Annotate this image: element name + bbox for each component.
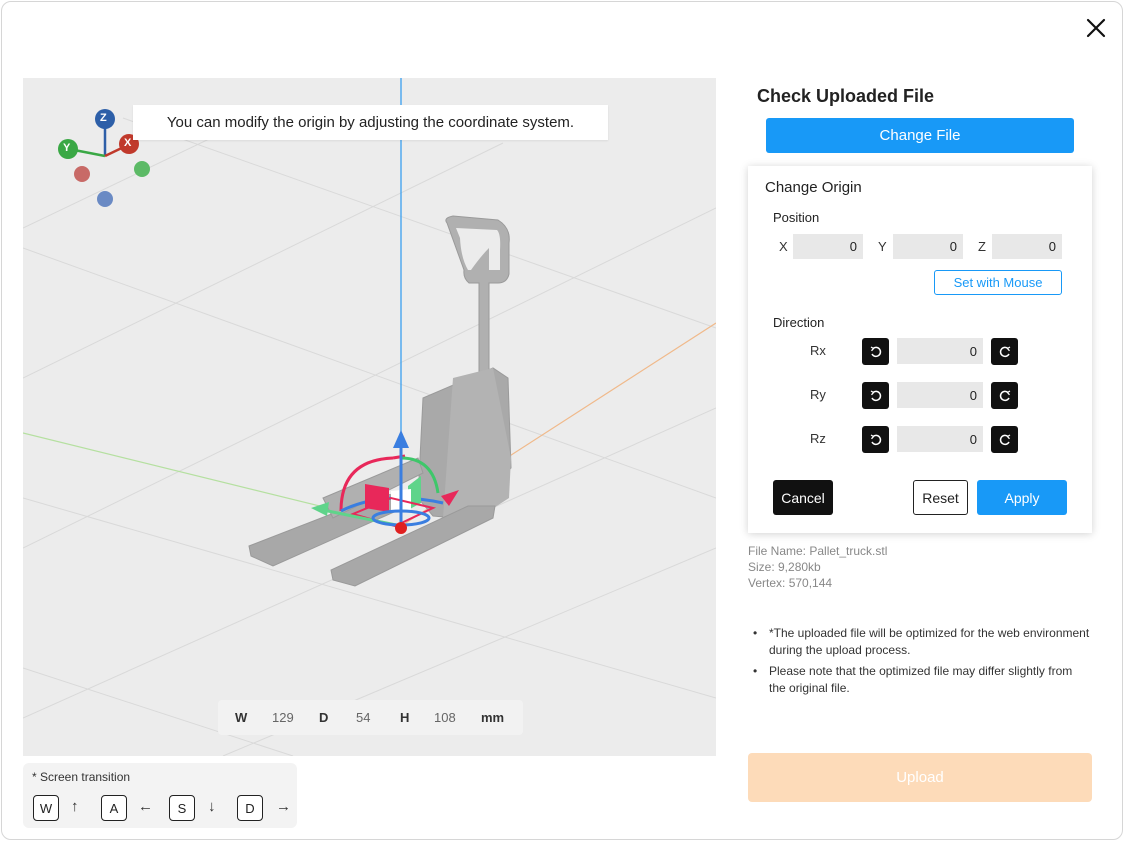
- panel-title: Check Uploaded File: [757, 86, 935, 106]
- reset-button[interactable]: Reset: [913, 480, 968, 515]
- width-value: 129: [272, 710, 294, 725]
- arrow-right-icon: →: [276, 798, 291, 815]
- ry-label: Ry: [810, 387, 826, 402]
- y-label: Y: [878, 239, 887, 254]
- z-label: Z: [978, 239, 986, 254]
- rz-label: Rz: [810, 431, 826, 446]
- apply-button[interactable]: Apply: [977, 480, 1067, 515]
- gizmo-x-label: X: [124, 137, 132, 149]
- file-vertex: Vertex: 570,144: [748, 576, 833, 590]
- direction-label: Direction: [773, 315, 825, 330]
- screen-transition-title: * Screen transition: [32, 770, 131, 784]
- screen-transition-panel: * Screen transition W ↑ A ← S ↓ D →: [23, 763, 297, 828]
- close-icon[interactable]: [1084, 16, 1108, 40]
- height-value: 108: [434, 710, 456, 725]
- rotate-ccw-icon[interactable]: [862, 426, 889, 453]
- change-origin-card: Change Origin Position X 0 Y 0 Z 0 Set w…: [748, 166, 1092, 533]
- dimensions-bar: W 129 D 54 H 108 mm: [218, 700, 523, 735]
- rotate-ccw-icon[interactable]: [862, 338, 889, 365]
- upload-notes: *The uploaded file will be optimized for…: [752, 625, 1092, 701]
- rx-input[interactable]: 0: [897, 338, 983, 364]
- key-s: S: [169, 795, 195, 821]
- ry-input[interactable]: 0: [897, 382, 983, 408]
- depth-label: D: [319, 710, 329, 725]
- unit-label: mm: [481, 710, 505, 725]
- file-info: File Name: Pallet_truck.stl Size: 9,280k…: [748, 543, 887, 591]
- position-z-input[interactable]: 0: [992, 234, 1062, 259]
- key-a: A: [101, 795, 127, 821]
- upload-button[interactable]: Upload: [748, 753, 1092, 802]
- rotate-cw-icon[interactable]: [991, 426, 1018, 453]
- rz-input[interactable]: 0: [897, 426, 983, 452]
- rotate-ccw-icon[interactable]: [862, 382, 889, 409]
- arrow-up-icon: ↑: [71, 798, 79, 815]
- position-x-input[interactable]: 0: [793, 234, 863, 259]
- note-item: *The uploaded file will be optimized for…: [752, 625, 1092, 659]
- file-name: File Name: Pallet_truck.stl: [748, 544, 888, 558]
- depth-value: 54: [356, 710, 371, 725]
- cancel-button[interactable]: Cancel: [773, 480, 833, 515]
- arrow-left-icon: ←: [138, 798, 153, 815]
- width-label: W: [235, 710, 248, 725]
- position-label: Position: [773, 210, 820, 225]
- gizmo-y-label: Y: [63, 142, 71, 154]
- note-item: Please note that the optimized file may …: [752, 663, 1092, 697]
- change-origin-title: Change Origin: [765, 179, 862, 196]
- key-w: W: [33, 795, 59, 821]
- change-file-button[interactable]: Change File: [766, 118, 1074, 153]
- rotate-cw-icon[interactable]: [991, 338, 1018, 365]
- position-y-input[interactable]: 0: [893, 234, 963, 259]
- x-label: X: [779, 239, 788, 254]
- height-label: H: [400, 710, 410, 725]
- rx-label: Rx: [810, 343, 826, 358]
- rotate-cw-icon[interactable]: [991, 382, 1018, 409]
- key-d: D: [237, 795, 263, 821]
- set-with-mouse-button[interactable]: Set with Mouse: [934, 270, 1062, 295]
- gizmo-z-label: Z: [100, 112, 107, 124]
- model-viewport[interactable]: Z Y X You can modify the origin by adjus…: [23, 78, 716, 756]
- arrow-down-icon: ↓: [208, 798, 216, 815]
- origin-hint: You can modify the origin by adjusting t…: [133, 105, 608, 140]
- file-size: Size: 9,280kb: [748, 560, 821, 574]
